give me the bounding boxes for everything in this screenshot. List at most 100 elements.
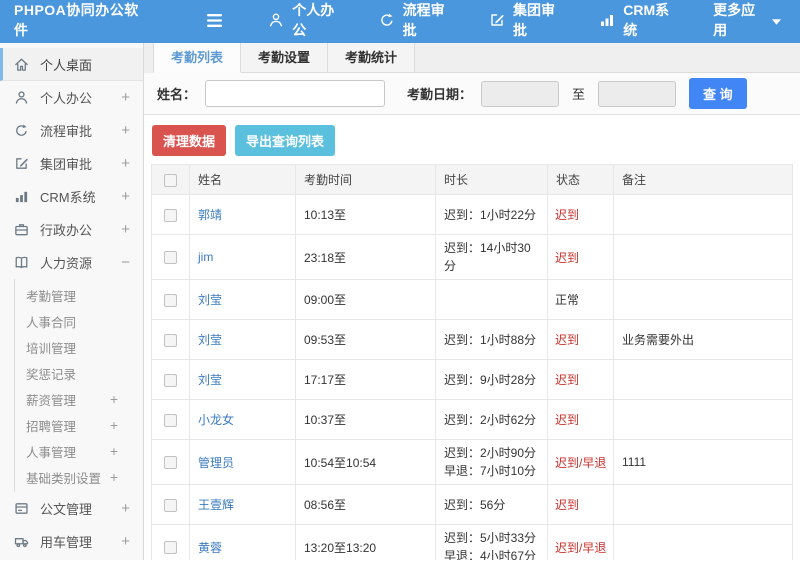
date-to-input[interactable] <box>598 80 677 107</box>
sidebar-subitem-reward-punish[interactable]: 奖惩记录 <box>15 360 143 386</box>
sidebar-item-desktop[interactable]: 个人桌面 <box>0 48 143 81</box>
tab-attendance-settings[interactable]: 考勤设置 <box>241 43 329 73</box>
employee-name-link[interactable]: 刘莹 <box>198 373 222 387</box>
sidebar-subitem-label: 培训管理 <box>26 341 77 356</box>
table-row: 管理员 10:54至10:54 迟到：2小时90分 早退：7小时10分 迟到/早退 111… <box>151 439 793 485</box>
sidebar-subitem-salary-mgmt[interactable]: 薪资管理 + <box>15 386 143 412</box>
row-checkbox[interactable] <box>164 293 177 307</box>
row-checkbox-cell <box>151 234 190 280</box>
menu-icon[interactable] <box>206 13 223 28</box>
sidebar-subitem-label: 招聘管理 <box>26 419 77 434</box>
employee-name-link[interactable]: 小龙女 <box>198 413 234 427</box>
sidebar-item-personal-office[interactable]: 个人办公 + <box>0 81 143 114</box>
attendance-time-cell: 10:54至10:54 <box>295 439 436 485</box>
topbar: PHPOA协同办公软件 个人办公 流程审批 集团审批 CRM系统 更多应用 <box>0 0 800 40</box>
expand-icon[interactable]: + <box>121 221 130 238</box>
sidebar-item-label: 公文管理 <box>40 502 93 517</box>
note-cell <box>613 484 793 525</box>
note-cell <box>613 279 793 320</box>
tab-attendance-stats[interactable]: 考勤统计 <box>328 43 416 73</box>
topbar-nav-workflow-approval[interactable]: 流程审批 <box>360 0 470 40</box>
expand-icon[interactable]: + <box>121 500 130 517</box>
sidebar-subitem-attendance-mgmt[interactable]: 考勤管理 <box>15 282 143 308</box>
attendance-time-cell: 10:13至 <box>295 194 436 235</box>
sidebar-item-crm[interactable]: CRM系统 + <box>0 180 143 213</box>
employee-name-link[interactable]: 王壹辉 <box>198 498 234 512</box>
row-checkbox-cell <box>151 524 190 560</box>
row-checkbox[interactable] <box>164 413 177 427</box>
row-checkbox-cell <box>151 399 190 440</box>
expand-icon[interactable]: + <box>110 469 118 485</box>
export-list-button[interactable]: 导出查询列表 <box>235 125 336 156</box>
employee-name-link[interactable]: jim <box>198 250 213 264</box>
sidebar-item-admin-office[interactable]: 行政办公 + <box>0 213 143 246</box>
attendance-time-cell: 08:56至 <box>295 484 436 525</box>
duration-cell <box>435 279 548 320</box>
expand-icon[interactable]: + <box>110 443 118 459</box>
row-checkbox[interactable] <box>164 208 177 222</box>
attendance-time-cell: 09:53至 <box>295 319 436 360</box>
sidebar-subitem-recruit-mgmt[interactable]: 招聘管理 + <box>15 412 143 438</box>
sidebar-item-workflow-approval[interactable]: 流程审批 + <box>0 114 143 147</box>
topbar-nav-personal-office[interactable]: 个人办公 <box>249 0 359 40</box>
sidebar-item-hr[interactable]: 人力资源 − <box>0 246 143 279</box>
status-badge: 正常 <box>555 293 580 307</box>
duration-line: 迟到：2小时90分 <box>444 446 537 460</box>
duration-line: 迟到：1小时22分 <box>444 207 537 222</box>
employee-name-link[interactable]: 刘莹 <box>198 293 222 307</box>
column-header: 时长 <box>435 164 548 195</box>
car-icon <box>14 534 31 549</box>
note-cell <box>613 194 793 235</box>
name-search-input[interactable] <box>205 80 386 107</box>
nav-item-label: 集团审批 <box>512 2 555 38</box>
expand-icon[interactable]: + <box>121 122 130 139</box>
topbar-nav-more-apps[interactable]: 更多应用 <box>694 0 800 40</box>
sidebar-subitem-hr-contract[interactable]: 人事合同 <box>15 308 143 334</box>
expand-icon[interactable]: − <box>121 254 130 271</box>
employee-name-link[interactable]: 郭靖 <box>198 208 222 222</box>
topbar-nav-crm[interactable]: CRM系统 <box>580 0 694 40</box>
row-checkbox[interactable] <box>164 373 177 387</box>
expand-icon[interactable]: + <box>121 188 130 205</box>
select-all-checkbox[interactable] <box>164 173 177 187</box>
sidebar-item-vehicle-mgmt[interactable]: 用车管理 + <box>0 525 143 558</box>
employee-name-link[interactable]: 刘莹 <box>198 333 222 347</box>
row-checkbox[interactable] <box>164 251 177 265</box>
status-badge: 迟到 <box>555 498 580 512</box>
column-header: 备注 <box>613 164 793 195</box>
sidebar-item-group-approval[interactable]: 集团审批 + <box>0 147 143 180</box>
status-cell: 迟到/早退 <box>547 524 614 560</box>
attendance-table: 姓名 考勤时间 时长 状态 备注 郭靖 10:13至 迟到：1小时22分 迟到 jim 23:18… <box>151 164 793 560</box>
table-row: 小龙女 10:37至 迟到：2小时62分 迟到 <box>151 399 793 440</box>
sidebar-subitem-label: 薪资管理 <box>26 393 77 408</box>
status-badge: 迟到 <box>555 333 580 347</box>
expand-icon[interactable]: + <box>110 417 118 433</box>
sidebar-submenu: 考勤管理 人事合同 培训管理 奖惩记录 薪资管理 + 招聘管理 + 人事管理 + 基础类别设置 + <box>14 279 143 492</box>
app-title: PHPOA协同办公软件 <box>14 2 139 38</box>
row-checkbox[interactable] <box>164 333 177 347</box>
sidebar-subitem-training-mgmt[interactable]: 培训管理 <box>15 334 143 360</box>
row-checkbox[interactable] <box>164 498 177 512</box>
employee-name-link[interactable]: 管理员 <box>198 456 234 470</box>
column-header: 考勤时间 <box>295 164 436 195</box>
expand-icon[interactable]: + <box>121 89 130 106</box>
sidebar-subitem-personnel-mgmt[interactable]: 人事管理 + <box>15 438 143 464</box>
clean-data-button[interactable]: 清理数据 <box>152 125 227 156</box>
employee-name-link[interactable]: 黄蓉 <box>198 541 222 555</box>
sidebar-item-doc-mgmt[interactable]: 公文管理 + <box>0 492 143 525</box>
expand-icon[interactable]: + <box>121 533 130 550</box>
expand-icon[interactable]: + <box>121 155 130 172</box>
row-checkbox[interactable] <box>164 541 177 555</box>
date-from-input[interactable] <box>481 80 560 107</box>
search-button[interactable]: 查 询 <box>689 78 747 109</box>
sidebar-subitem-base-category-settings[interactable]: 基础类别设置 + <box>15 464 143 490</box>
expand-icon[interactable]: + <box>110 391 118 407</box>
topbar-nav-group-approval[interactable]: 集团审批 <box>470 0 580 40</box>
header-checkbox-cell <box>151 164 190 195</box>
tab-bar: 考勤列表 考勤设置 考勤统计 <box>144 43 800 73</box>
home-icon <box>14 57 31 72</box>
attendance-time-cell: 13:20至13:20 <box>295 524 436 560</box>
tab-attendance-list[interactable]: 考勤列表 <box>153 43 242 73</box>
row-checkbox[interactable] <box>164 456 177 470</box>
table-row: 刘莹 17:17至 迟到：9小时28分 迟到 <box>151 359 793 400</box>
